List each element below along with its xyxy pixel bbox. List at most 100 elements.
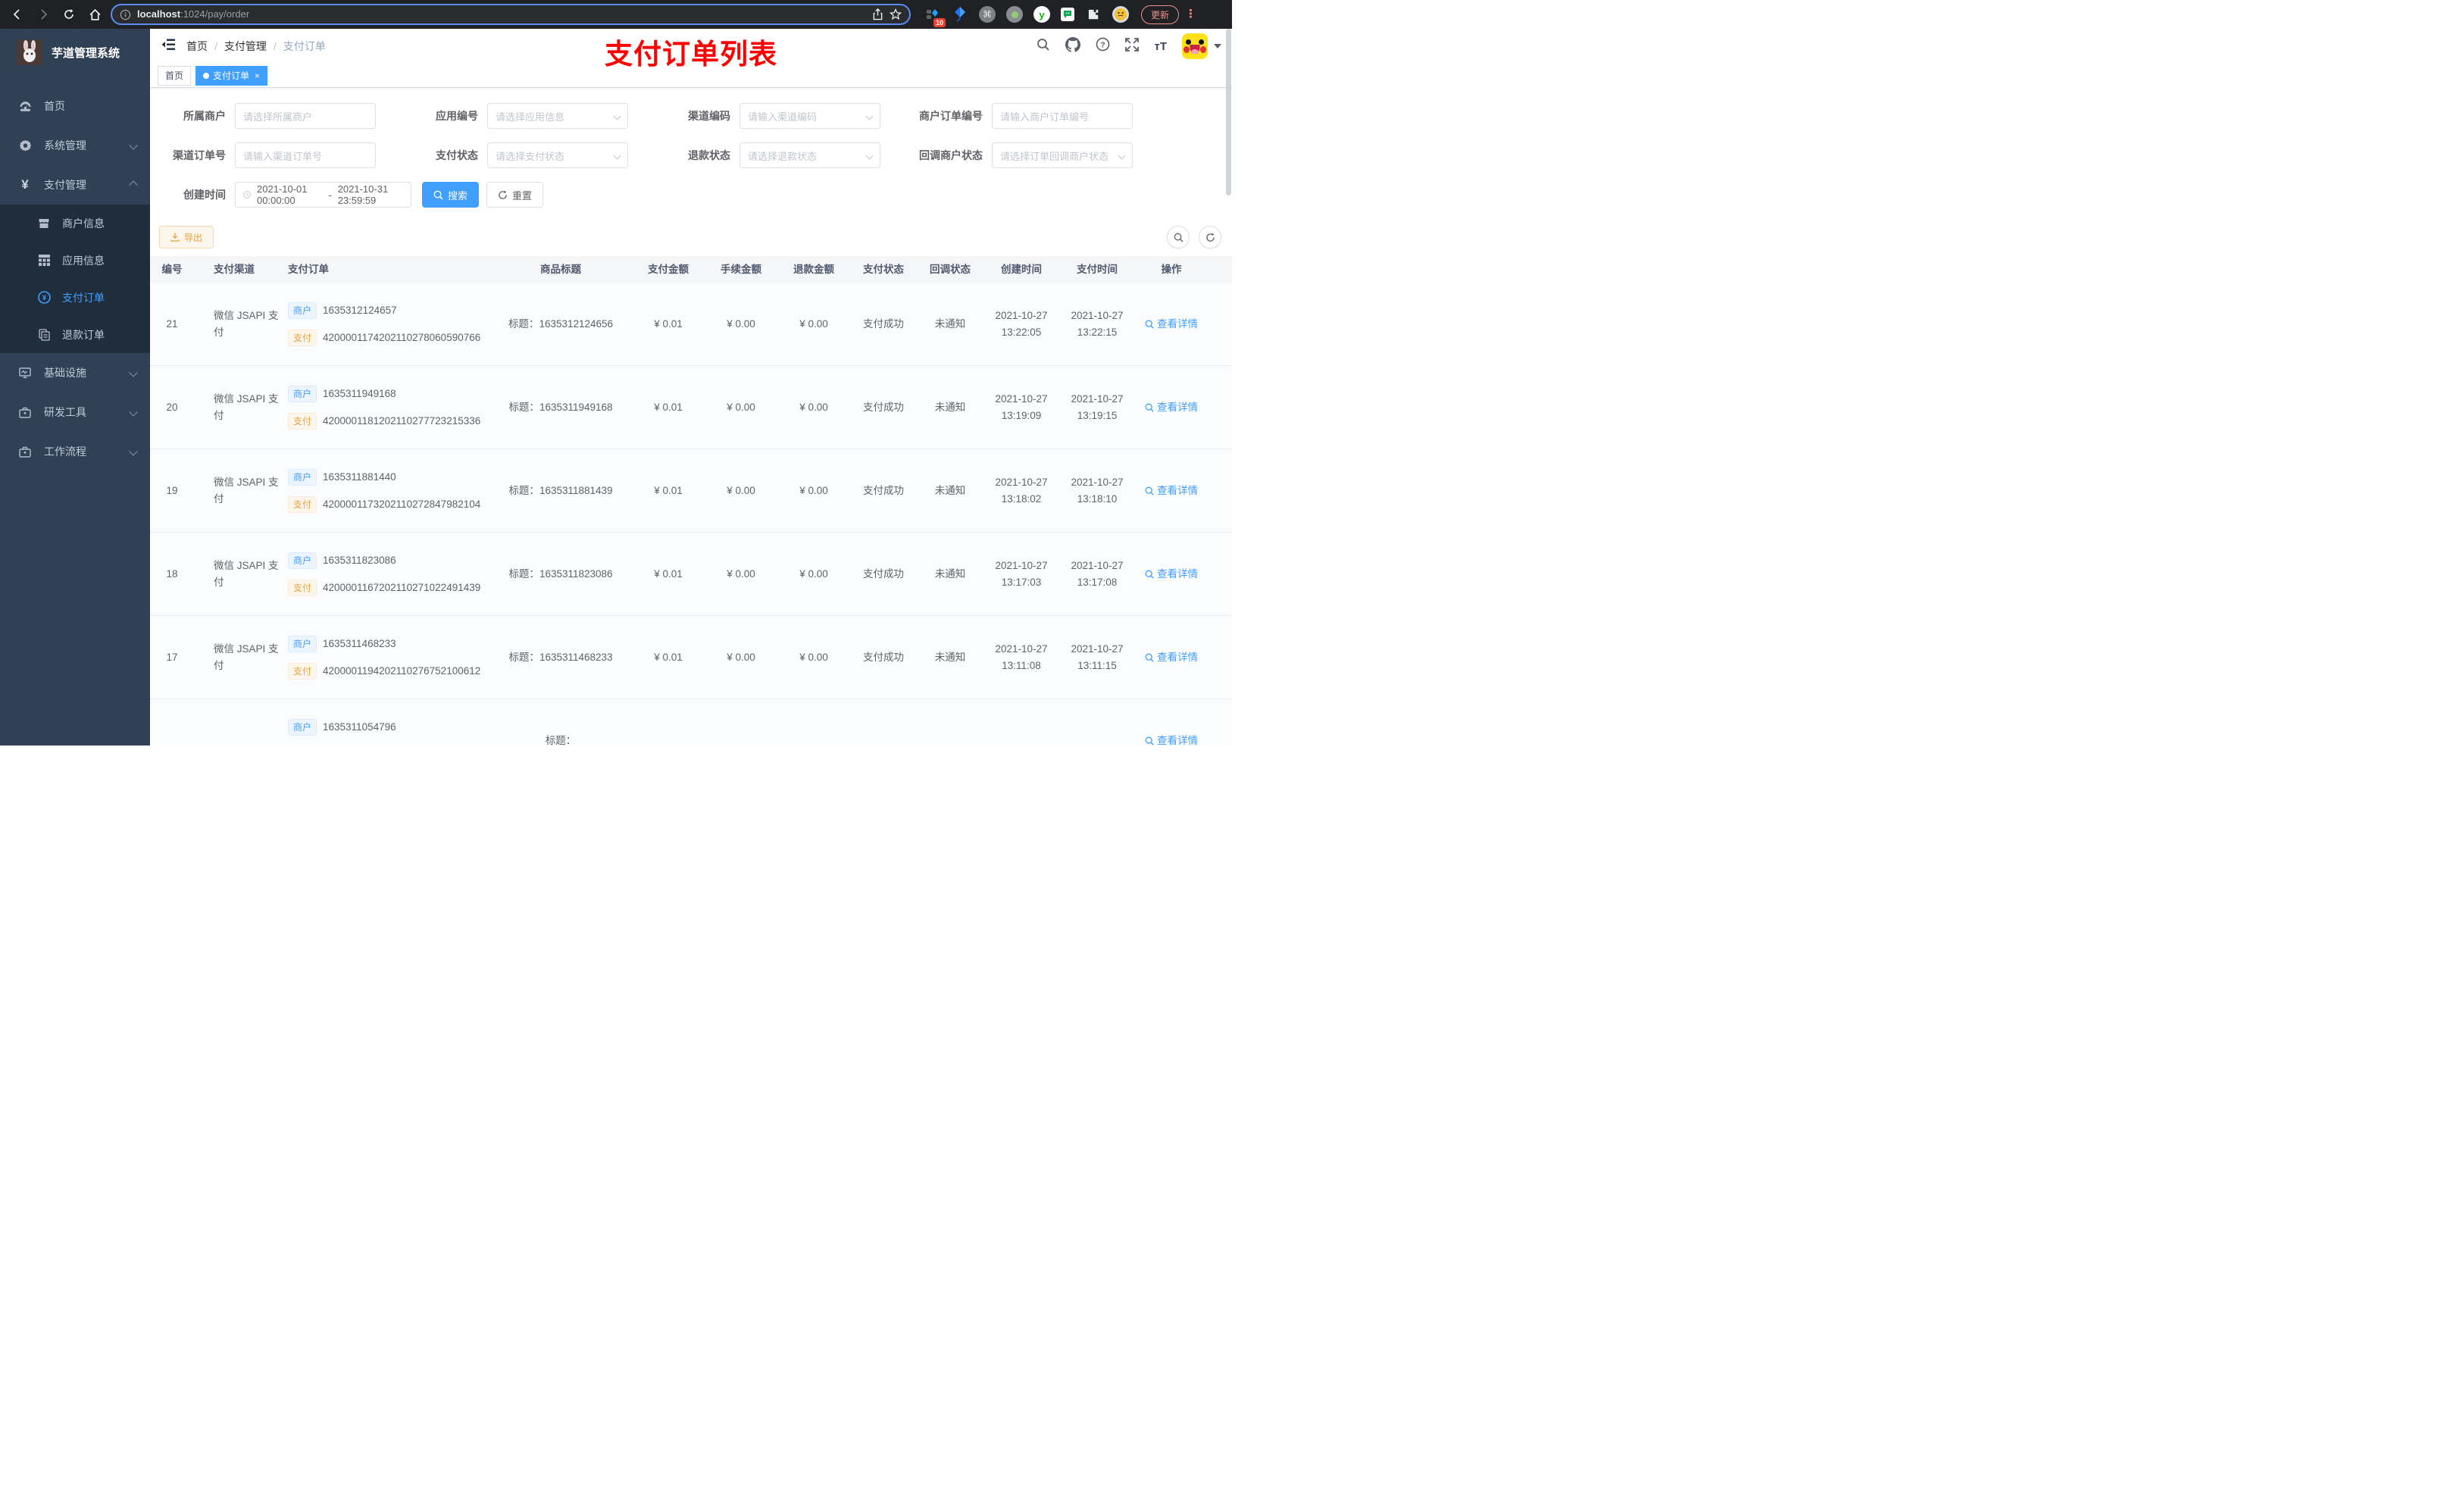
view-detail-link[interactable]: 查看详情 xyxy=(1145,566,1198,583)
extension-y-icon[interactable]: y xyxy=(1033,6,1050,23)
pay-tag: 支付 xyxy=(288,329,317,346)
merchant-select[interactable]: 请选择所属商户 xyxy=(235,103,376,130)
svg-text:¥: ¥ xyxy=(42,294,45,302)
hide-search-button[interactable] xyxy=(1167,226,1190,249)
channel-order-no: 4200001167202110271022491439 xyxy=(323,581,481,593)
fee-amount: ¥ 0.00 xyxy=(727,567,755,580)
breadcrumb: 首页 / 支付管理 / 支付订单 xyxy=(186,39,326,54)
extension-command-icon[interactable]: ⌘ xyxy=(979,6,996,23)
gear-icon xyxy=(17,139,33,152)
refresh-button[interactable] xyxy=(1199,226,1221,249)
pay-amount: ¥ 0.01 xyxy=(654,651,683,663)
browser-update-button[interactable]: 更新 xyxy=(1141,5,1180,24)
refund-status-select[interactable]: 请选择退款状态 xyxy=(740,142,880,169)
search-icon xyxy=(433,190,443,200)
user-menu[interactable] xyxy=(1182,33,1221,60)
extension-devtools-icon[interactable]: 10 xyxy=(924,6,946,27)
extensions-puzzle-icon[interactable] xyxy=(1085,6,1102,23)
reset-button[interactable]: 重置 xyxy=(486,182,544,208)
export-button[interactable]: 导出 xyxy=(159,226,214,249)
github-icon[interactable] xyxy=(1065,36,1081,56)
pay-time: 2021-10-27 13:22:15 xyxy=(1071,309,1124,338)
avatar xyxy=(1182,33,1208,60)
share-icon[interactable] xyxy=(872,8,883,20)
download-icon xyxy=(170,233,180,242)
extension-recorder-icon[interactable] xyxy=(1006,6,1023,23)
extension-kite-icon[interactable] xyxy=(952,6,968,23)
svg-text:?: ? xyxy=(1101,41,1105,50)
pay-tag: 支付 xyxy=(288,662,317,680)
orders-table: 编号 支付渠道 支付订单 商品标题 支付金额 手续金额 退款金额 支付状态 回调… xyxy=(150,256,1232,746)
browser-back-button[interactable] xyxy=(8,5,27,24)
pay-channel: 微信 JSAPI 支付 xyxy=(214,476,279,505)
filter-merchant: 所属商户 请选择所属商户 xyxy=(159,103,411,130)
merchant-order-input[interactable]: 请输入商户订单编号 xyxy=(992,103,1133,130)
search-button[interactable]: 搜索 xyxy=(422,182,480,208)
sidebar-item-refund-order[interactable]: 退款订单 xyxy=(0,316,150,353)
browser-forward-button[interactable] xyxy=(33,5,53,24)
notify-status: 未通知 xyxy=(934,401,966,413)
caret-down-icon xyxy=(1214,44,1221,49)
sidebar-fold-icon[interactable] xyxy=(161,38,176,55)
notify-status-select[interactable]: 请选择订单回调商户状态 xyxy=(992,142,1133,169)
extension-chat-icon[interactable] xyxy=(1061,8,1074,21)
sidebar-item-pay-order[interactable]: ¥ 支付订单 xyxy=(0,279,150,316)
app-logo[interactable]: 芋道管理系统 xyxy=(0,29,150,76)
create-time: 2021-10-27 13:22:05 xyxy=(995,309,1048,338)
view-detail-link[interactable]: 查看详情 xyxy=(1145,483,1198,499)
tag-home[interactable]: 首页 xyxy=(158,65,192,86)
channel-order-no: 4200001194202110276752100612 xyxy=(323,664,481,677)
sidebar-item-merchant-info[interactable]: 商户信息 xyxy=(0,205,150,242)
help-icon[interactable]: ? xyxy=(1096,37,1110,55)
pay-time: 2021-10-27 13:17:08 xyxy=(1071,559,1124,588)
table-row: 17 微信 JSAPI 支付 商户 1635311468233 支付 42000… xyxy=(150,616,1232,700)
tags-view-bar: 首页 支付订单 × xyxy=(150,64,1232,89)
page-scrollbar[interactable] xyxy=(1226,29,1231,195)
channel-order-input[interactable]: 请输入渠道订单号 xyxy=(235,142,376,169)
site-info-icon[interactable] xyxy=(120,9,131,20)
table-body: 21 微信 JSAPI 支付 商户 1635312124657 支付 42000… xyxy=(150,283,1232,746)
pay-time: 2021-10-27 13:18:10 xyxy=(1071,476,1124,505)
sidebar-item-home[interactable]: 首页 xyxy=(0,86,150,126)
search-icon xyxy=(1145,320,1154,329)
merchant-tag: 商户 xyxy=(288,468,317,486)
breadcrumb-home[interactable]: 首页 xyxy=(186,39,208,54)
bookmark-star-icon[interactable] xyxy=(890,8,902,20)
close-icon[interactable]: × xyxy=(255,70,260,81)
tag-pay-order[interactable]: 支付订单 × xyxy=(195,65,268,86)
browser-home-button[interactable] xyxy=(85,5,105,24)
pay-status: 支付成功 xyxy=(863,651,904,663)
browser-menu-icon[interactable]: ⋮ xyxy=(1185,8,1196,20)
dashboard-icon xyxy=(17,100,33,113)
search-icon xyxy=(1145,653,1154,662)
filter-notify-status: 回调商户状态 请选择订单回调商户状态 xyxy=(916,142,1168,169)
pay-order-cell: 商户 1635311949168 支付 42000011812021102777… xyxy=(288,385,489,430)
search-icon xyxy=(1145,486,1154,495)
sidebar-item-system[interactable]: 系统管理 xyxy=(0,126,150,165)
sidebar-item-pay[interactable]: ¥ 支付管理 xyxy=(0,165,150,205)
breadcrumb-pay[interactable]: 支付管理 xyxy=(224,39,267,54)
pay-status-select[interactable]: 请选择支付状态 xyxy=(487,142,628,169)
date-range-picker[interactable]: 2021-10-01 00:00:00 - 2021-10-31 23:59:5… xyxy=(235,182,411,208)
create-time: 2021-10-27 13:18:02 xyxy=(995,476,1048,505)
sidebar-item-devtools[interactable]: 研发工具 xyxy=(0,392,150,432)
view-detail-link[interactable]: 查看详情 xyxy=(1145,399,1198,416)
product-title: 标题： 1635311468233 xyxy=(508,651,613,663)
view-detail-link[interactable]: 查看详情 xyxy=(1145,649,1198,666)
font-size-icon[interactable]: ᴛT xyxy=(1154,40,1167,53)
sidebar-item-infra[interactable]: 基础设施 xyxy=(0,353,150,392)
browser-reload-button[interactable] xyxy=(59,5,79,24)
pay-tag: 支付 xyxy=(288,495,317,513)
channel-code-select[interactable]: 请输入渠道编码 xyxy=(740,103,880,130)
view-detail-link[interactable]: 查看详情 xyxy=(1145,316,1198,333)
address-bar[interactable]: localhost:1024/pay/order xyxy=(111,4,911,25)
action-cell: 查看详情 xyxy=(1135,649,1208,666)
search-icon[interactable] xyxy=(1037,38,1050,55)
profile-avatar-icon[interactable] xyxy=(1112,6,1129,23)
table-row: 19 微信 JSAPI 支付 商户 1635311881440 支付 42000… xyxy=(150,449,1232,533)
view-detail-link[interactable]: 查看详情 xyxy=(1145,733,1198,746)
fullscreen-icon[interactable] xyxy=(1125,37,1140,55)
sidebar-item-app-info[interactable]: 应用信息 xyxy=(0,242,150,279)
app-select[interactable]: 请选择应用信息 xyxy=(487,103,628,130)
sidebar-item-workflow[interactable]: 工作流程 xyxy=(0,432,150,471)
